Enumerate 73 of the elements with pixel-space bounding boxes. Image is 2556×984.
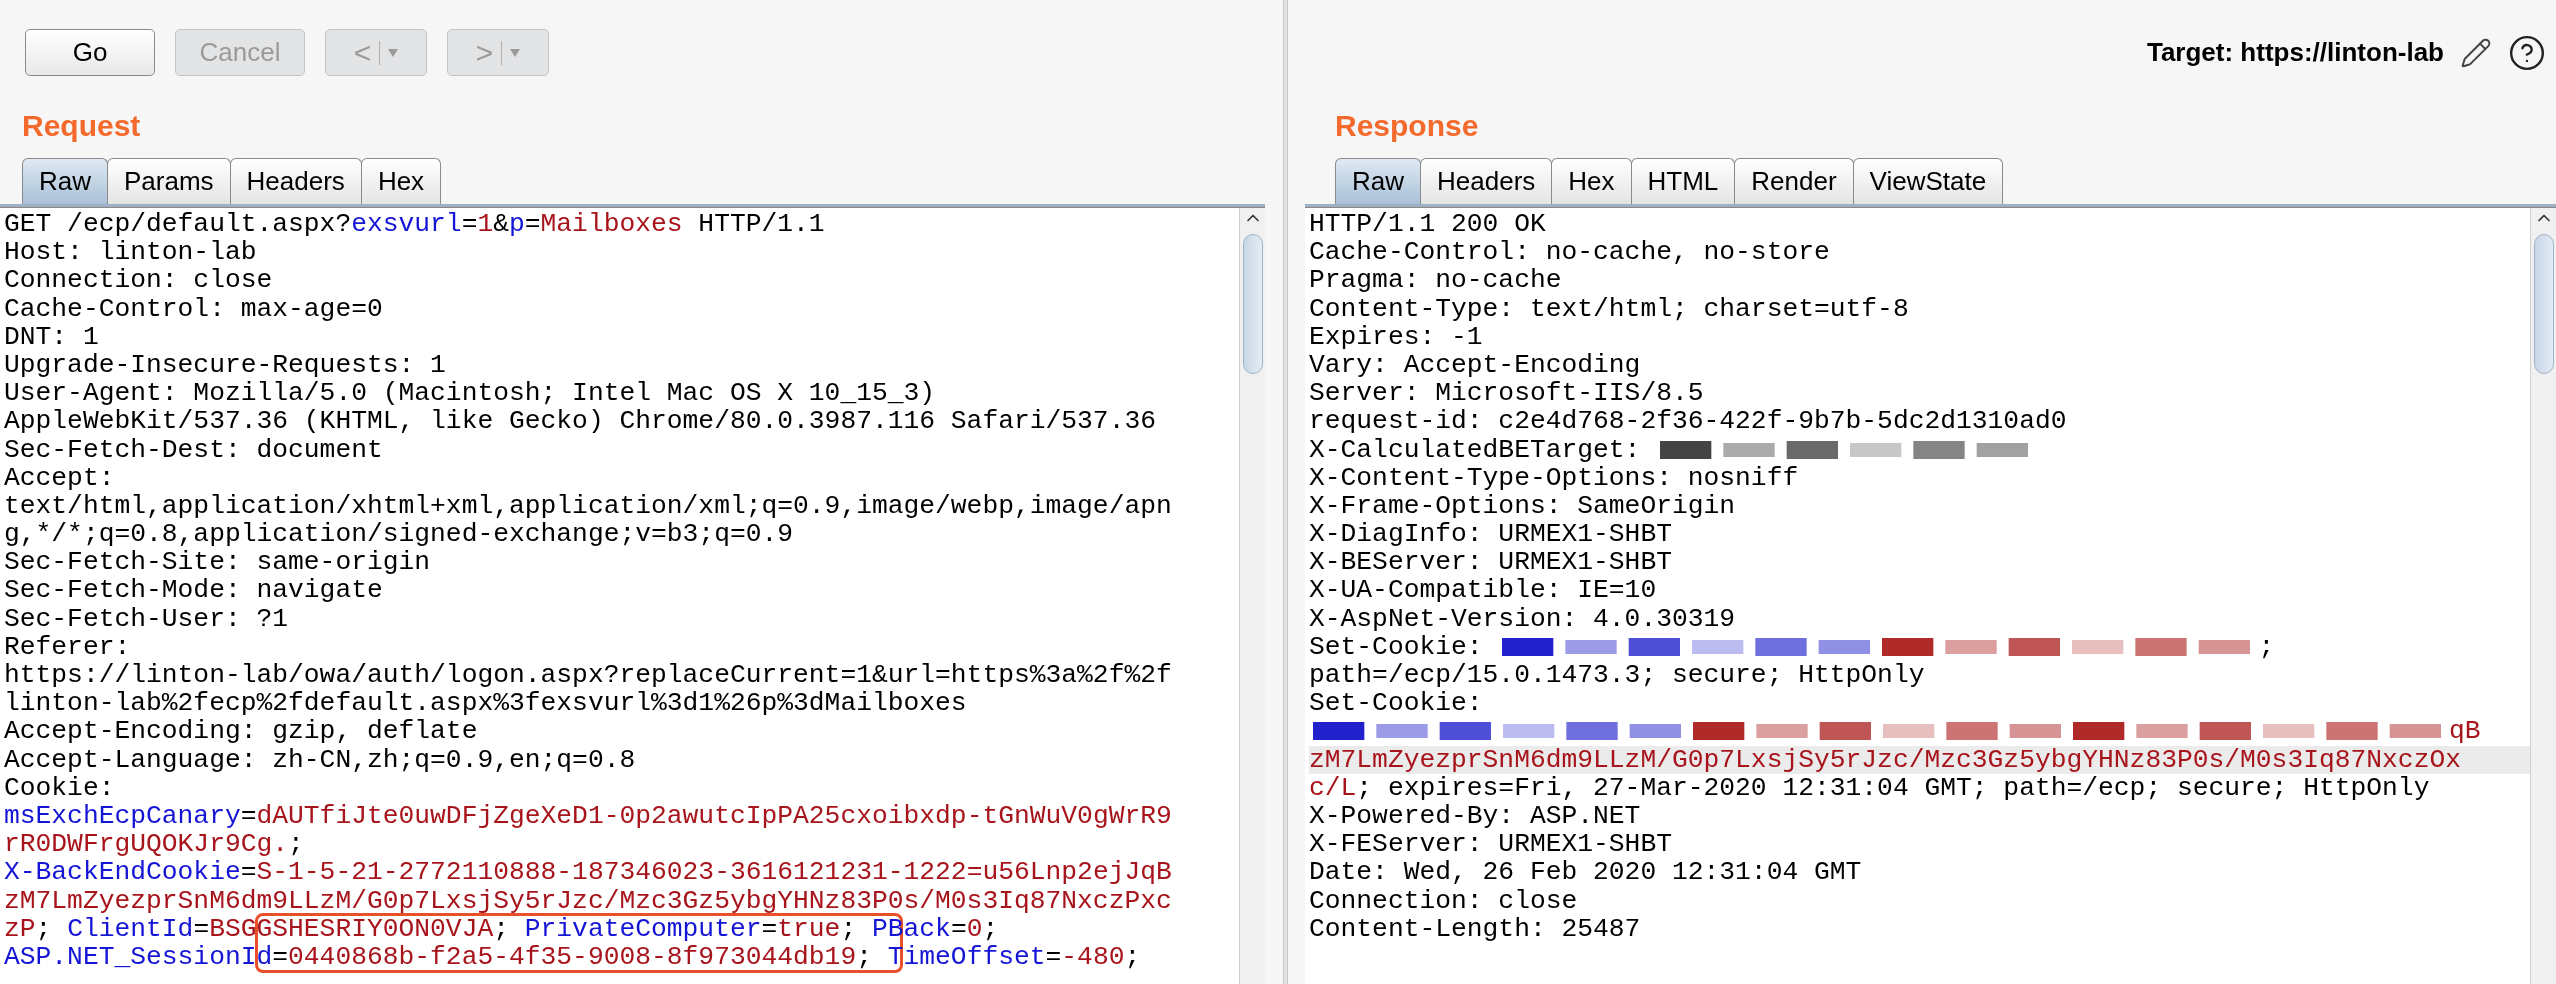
code-line: X-Powered-By: ASP.NET [1309,801,1642,831]
code-line: AppleWebKit/537.36 (KHTML, like Gecko) Chrome/80.0.3987.116 Safari/537.36 [4,407,1157,436]
code-line: User-Agent: Mozilla/5.0 (Macintosh; Intel Mac OS X 10_15_3) [4,379,937,408]
code-line: https://linton-lab/owa/auth/logon.aspx?replaceCurrent=1&url=https%3a%2f%2f [4,661,1173,690]
code-line: linton-lab%2fecp%2fdefault.aspx%3fexsvurl%3d1%26p%3dMailboxes [4,689,968,718]
code-line: Upgrade-Insecure-Requests: 1 [4,350,447,380]
code-text: ; [2258,632,2275,661]
code-line: Connection: close [4,266,274,295]
tab[interactable]: Headers [1420,158,1553,204]
tab[interactable]: Params [107,158,231,204]
help-icon[interactable] [2508,33,2546,72]
code-line: Sec-Fetch-Site: same-origin [4,548,432,577]
code-line: X-BackEndCookie=S-1-5-21-2772110888-187346023-3616121231-1222=u56Lnp2ejJqB [4,858,1173,887]
code-line: GET /ecp/default.aspx?exsvurl=1&p=Mailboxes HTTP/1.1 [4,210,826,239]
code-line: g,*/*;q=0.8,application/signed-exchange;v=b3;q=0.9 [4,520,795,549]
tab[interactable]: Hex [360,158,442,204]
code-line: Sec-Fetch-Dest: document [4,435,384,464]
code-line: Date: Wed, 26 Feb 2020 12:31:04 GMT [1309,858,1863,887]
code-line: Set-Cookie: [1309,689,1484,718]
scrollbar[interactable] [1239,208,1265,984]
panel-title: Response [1335,107,1479,144]
code-line: Pragma: no-cache [1309,266,1563,295]
code-line: X-BEServer: URMEX1-SHBT [1309,548,1673,577]
code-line: path=/ecp/15.0.1473.3; secure; HttpOnly [1309,661,1926,690]
scroll-thumb[interactable] [1242,234,1263,374]
code-line: Cache-Control: no-cache, no-store [1309,238,1831,267]
code-line: text/html,application/xhtml+xml,application/xml;q=0.9,image/webp,image/apn [4,491,1173,521]
code-line: Connection: close [1309,886,1579,915]
code-text: Set-Cookie: [1309,632,1484,661]
code-line: X-Frame-Options: SameOrigin [1309,491,1737,521]
tab[interactable]: Render [1734,158,1854,204]
code-line: Cookie: [4,773,116,802]
tab[interactable]: Headers [229,158,362,204]
scrollbar[interactable] [2530,208,2556,984]
code-line: Content-Length: 25487 [1309,914,1642,943]
code-line: request-id: c2e4d768-2f36-422f-9b7b-5dc2d1310ad0 [1309,407,2068,436]
scroll-thumb[interactable] [2533,234,2554,374]
code-line: zM7LmZyezprSnM6dm9LLzM/G0p7LxsjSy5rJzc/Mzc3Gz5ybgYHNz83P0s/M0s3Iq87NxczPxc [4,886,1173,915]
go-button[interactable]: Go [25,29,155,76]
target-label: Target: https://linton-lab [2146,36,2444,69]
code-line: msExchEcpCanary=dAUTfiJte0uwDFjZgeXeD1-0p2awutcIpPA25cxoibxdp-tGnWuV0gWrR9 [4,801,1173,831]
code-line: X-Content-Type-Options: nosniff [1309,463,1800,492]
code-line: Accept-Language: zh-CN,zh;q=0.9,en;q=0.8 [4,745,637,774]
code-line: Accept: [4,463,116,492]
tab[interactable]: HTML [1630,158,1736,204]
code-line: Vary: Accept-Encoding [1309,350,1642,380]
code-line: Accept-Encoding: gzip, deflate [4,717,479,746]
panel-title: Request [22,107,141,144]
code-line: Content-Type: text/html; charset=utf-8 [1309,294,1910,323]
code-line: Cache-Control: max-age=0 [4,294,384,323]
code-text: X-CalculatedBETarget: [1309,435,1642,464]
code-line: Server: Microsoft-IIS/8.5 [1309,379,1705,408]
code-line: Expires: -1 [1309,322,1484,351]
tab[interactable]: ViewState [1852,158,2004,204]
caret-icon [388,48,399,57]
caret-icon [510,48,521,57]
code-line: X-DiagInfo: URMEX1-SHBT [1309,520,1673,549]
code-line: rR0DWFrgUQOKJr9Cg.; [4,830,305,859]
tab[interactable]: Hex [1551,158,1632,204]
code-line: Sec-Fetch-User: ?1 [4,604,290,633]
code-line: Referer: [4,632,132,661]
code-line: c/L; expires=Fri, 27-Mar-2020 12:31:04 GMT; path=/ecp; secure; HttpOnly [1309,773,2431,802]
code-line: X-UA-Compatible: IE=10 [1309,576,1658,605]
edit-icon[interactable] [2460,36,2492,69]
tab[interactable]: Raw [22,158,108,204]
code-line: X-FEServer: URMEX1-SHBT [1309,830,1673,859]
tab[interactable]: Raw [1335,158,1421,204]
code-line: Host: linton-lab [4,238,258,267]
code-line: Sec-Fetch-Mode: navigate [4,576,384,605]
code-line: DNT: 1 [4,322,100,351]
code-text: qB [2449,717,2481,746]
code-line: X-AspNet-Version: 4.0.30319 [1309,604,1737,633]
code-line: HTTP/1.1 200 OK [1309,210,1547,239]
